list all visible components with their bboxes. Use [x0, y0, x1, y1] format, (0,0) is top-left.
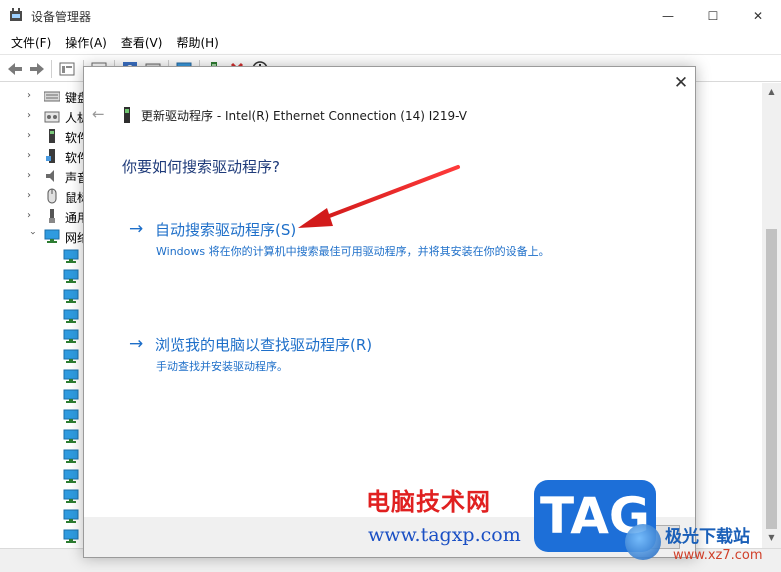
window-title: 设备管理器 — [31, 10, 92, 24]
expand-chevron-icon[interactable]: › — [27, 170, 37, 182]
vertical-scrollbar[interactable]: ▲ ▼ — [762, 83, 781, 548]
scroll-up-icon[interactable]: ▲ — [766, 87, 777, 97]
menu-file[interactable]: 文件(F) — [4, 31, 58, 53]
dialog-close-button[interactable]: ✕ — [672, 74, 690, 92]
xz-watermark: 极光下载站 www.xz7.com — [625, 518, 781, 570]
hid-icon — [44, 111, 60, 123]
network-card-icon — [124, 107, 130, 123]
option-title[interactable]: 自动搜索驱动程序(S) — [155, 219, 296, 240]
device-manager-icon — [10, 8, 22, 21]
maximize-icon: ☐ — [707, 8, 719, 23]
site-watermark-url: www.tagxp.com — [368, 524, 521, 546]
network-adapter-icon — [63, 449, 79, 463]
right-arrow-icon: → — [129, 219, 144, 239]
network-adapter-icon — [63, 289, 79, 303]
network-adapter-icon — [63, 269, 79, 283]
minimize-icon: — — [662, 8, 674, 23]
network-adapter-icon — [63, 489, 79, 503]
site-watermark: 电脑技术网 www.tagxp.com — [366, 482, 536, 552]
dialog-title: 更新驱动程序 - Intel(R) Ethernet Connection (1… — [141, 109, 467, 123]
option-title[interactable]: 浏览我的电脑以查找驱动程序(R) — [155, 334, 372, 355]
minimize-button[interactable]: — — [645, 0, 691, 31]
network-adapter-icon — [63, 409, 79, 423]
title-bar: 设备管理器 — ☐ ✕ — [0, 0, 781, 31]
menu-action[interactable]: 操作(A) — [58, 31, 114, 53]
option-description: 手动查找并安装驱动程序。 — [156, 360, 288, 373]
expand-chevron-icon[interactable]: › — [27, 110, 37, 122]
site-watermark-name: 电脑技术网 — [366, 488, 491, 516]
maximize-button[interactable]: ☐ — [690, 0, 736, 31]
close-window-button[interactable]: ✕ — [735, 0, 781, 31]
network-adapter-icon — [44, 229, 60, 243]
properties-icon[interactable] — [58, 60, 76, 78]
option-description: Windows 将在你的计算机中搜索最佳可用驱动程序，并将其安装在你的设备上。 — [156, 245, 550, 258]
speaker-icon — [46, 170, 54, 182]
network-adapter-icon — [63, 469, 79, 483]
network-adapter-icon — [63, 389, 79, 403]
network-adapter-icon — [63, 429, 79, 443]
network-adapter-icon — [63, 329, 79, 343]
network-adapter-icon — [63, 249, 79, 263]
expand-chevron-icon[interactable]: › — [27, 210, 37, 222]
auto-search-option[interactable]: → 自动搜索驱动程序(S) Windows 将在你的计算机中搜索最佳可用驱动程序… — [129, 218, 669, 264]
menu-help[interactable]: 帮助(H) — [169, 31, 225, 53]
usb-icon — [49, 209, 55, 223]
expand-chevron-icon[interactable]: › — [27, 130, 37, 142]
network-adapter-icon — [63, 529, 79, 543]
dialog-back-button[interactable]: ← — [92, 106, 108, 122]
network-adapter-icon — [63, 309, 79, 323]
expand-chevron-icon[interactable]: › — [27, 90, 37, 102]
expand-chevron-icon[interactable]: › — [27, 150, 37, 162]
scrollbar-thumb[interactable] — [766, 229, 777, 529]
right-arrow-icon: → — [129, 334, 144, 354]
software-component-icon — [49, 129, 55, 143]
xz-watermark-name: 极光下载站 — [665, 527, 750, 547]
network-adapter-icon — [63, 369, 79, 383]
xz-logo-icon — [625, 524, 661, 560]
forward-arrow-icon[interactable] — [28, 60, 46, 78]
expand-chevron-icon[interactable]: › — [27, 190, 37, 202]
network-adapter-icon — [63, 349, 79, 363]
menu-view[interactable]: 查看(V) — [114, 31, 170, 53]
network-adapter-icon — [63, 509, 79, 523]
close-icon: ✕ — [752, 8, 764, 23]
dialog-heading: 你要如何搜索驱动程序? — [122, 158, 280, 176]
xz-watermark-url: www.xz7.com — [673, 548, 763, 563]
browse-computer-option[interactable]: → 浏览我的电脑以查找驱动程序(R) 手动查找并安装驱动程序。 — [129, 333, 669, 379]
software-device-icon — [46, 149, 55, 163]
keyboard-icon — [44, 91, 60, 102]
menu-bar: 文件(F) 操作(A) 查看(V) 帮助(H) — [0, 31, 781, 53]
collapse-chevron-icon[interactable]: › — [26, 231, 38, 241]
toolbar-divider — [51, 60, 52, 78]
mouse-icon — [47, 188, 57, 204]
back-arrow-icon[interactable] — [6, 60, 24, 78]
